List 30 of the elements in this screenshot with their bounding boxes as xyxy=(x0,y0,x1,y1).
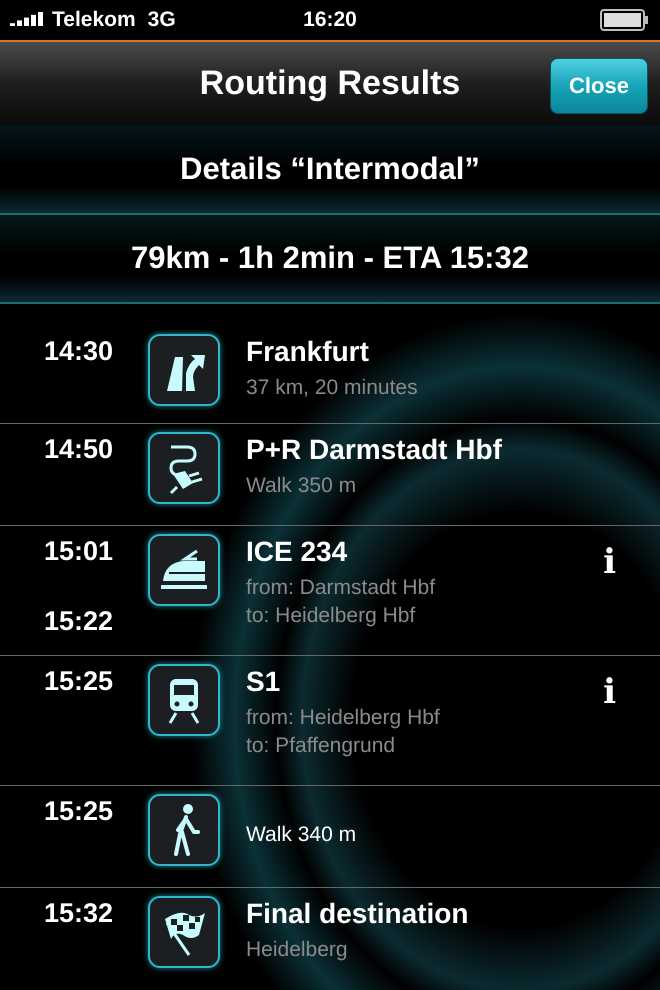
clock: 16:20 xyxy=(303,8,357,32)
step-time: 14:30 xyxy=(44,336,114,367)
step-time: 15:22 xyxy=(44,606,114,637)
step-title: P+R Darmstadt Hbf xyxy=(246,434,502,466)
step-title: S1 xyxy=(246,666,280,698)
info-icon[interactable]: i xyxy=(603,672,616,712)
step-detail: to: Heidelberg Hbf xyxy=(246,603,416,629)
step-time: 15:25 xyxy=(44,796,114,827)
step-title: Frankfurt xyxy=(246,336,369,368)
step-time: 15:32 xyxy=(44,898,114,929)
battery-icon xyxy=(600,8,650,31)
step-title: Final destination xyxy=(246,898,468,930)
info-icon[interactable]: i xyxy=(603,542,616,582)
step-detail: 37 km, 20 minutes xyxy=(246,375,418,401)
step-detail: to: Pfaffengrund xyxy=(246,733,396,759)
step-time: 14:50 xyxy=(44,434,114,465)
signal-icon xyxy=(10,12,46,28)
details-heading: Details “Intermodal” xyxy=(0,125,660,215)
carrier-name: Telekom xyxy=(52,8,136,32)
step-detail: Walk 340 m xyxy=(246,822,356,848)
step-detail: Heidelberg xyxy=(246,937,348,963)
route-summary: 79km - 1h 2min - ETA 15:32 xyxy=(0,214,660,304)
step-detail: from: Darmstadt Hbf xyxy=(246,575,436,601)
step-time: 15:01 xyxy=(44,536,114,567)
step-detail: from: Heidelberg Hbf xyxy=(246,705,440,731)
step-time: 15:25 xyxy=(44,666,114,697)
step-detail: Walk 350 m xyxy=(246,473,356,499)
step-title: ICE 234 xyxy=(246,536,348,568)
screen-title: Routing Results xyxy=(200,64,460,104)
network-type: 3G xyxy=(148,8,176,32)
